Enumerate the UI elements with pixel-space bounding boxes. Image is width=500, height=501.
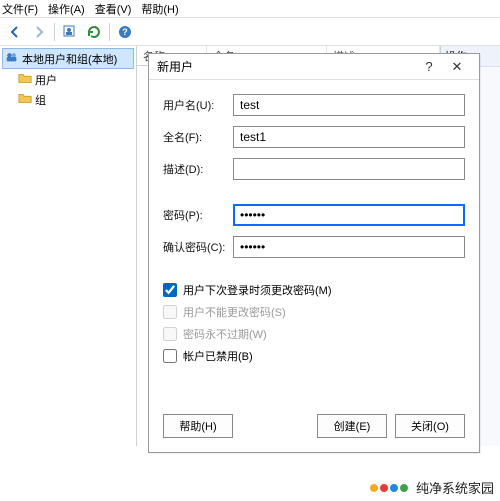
menu-help[interactable]: 帮助(H) xyxy=(141,1,178,17)
dialog-help-button[interactable]: ? xyxy=(415,56,443,78)
cannot-change-password-checkbox xyxy=(163,305,177,319)
checkbox-row-cannot-change: 用户不能更改密码(S) xyxy=(163,304,465,320)
checkbox-row-never-expire: 密码永不过期(W) xyxy=(163,326,465,342)
menu-view[interactable]: 查看(V) xyxy=(95,1,132,17)
cannot-change-password-label: 用户不能更改密码(S) xyxy=(183,304,286,320)
svg-text:?: ? xyxy=(122,27,128,37)
close-icon[interactable]: ✕ xyxy=(443,56,471,78)
folder-icon xyxy=(18,71,32,88)
dialog-button-row: 帮助(H) 创建(E) 关闭(O) xyxy=(149,404,479,452)
username-input[interactable] xyxy=(233,94,465,116)
checkbox-row-account-disabled[interactable]: 帐户已禁用(B) xyxy=(163,348,465,364)
help-icon[interactable]: ? xyxy=(114,21,136,43)
toolbar-separator xyxy=(109,23,110,41)
account-disabled-checkbox[interactable] xyxy=(163,349,177,363)
password-input[interactable] xyxy=(233,204,465,226)
menu-file[interactable]: 文件(F) xyxy=(2,1,38,17)
never-expire-label: 密码永不过期(W) xyxy=(183,326,267,342)
tree-item-groups[interactable]: 组 xyxy=(16,90,134,109)
fullname-input[interactable] xyxy=(233,126,465,148)
help-button[interactable]: 帮助(H) xyxy=(163,414,233,438)
dot-icon xyxy=(400,484,408,492)
create-button[interactable]: 创建(E) xyxy=(317,414,387,438)
add-user-icon[interactable] xyxy=(59,21,81,43)
must-change-password-label: 用户下次登录时须更改密码(M) xyxy=(183,282,332,298)
description-label: 描述(D): xyxy=(163,161,233,177)
dot-icon xyxy=(380,484,388,492)
tree-item-label: 组 xyxy=(35,92,46,108)
users-groups-icon xyxy=(5,50,19,67)
tree-pane: 本地用户和组(本地) 用户 组 xyxy=(0,46,137,446)
dialog-title: 新用户 xyxy=(157,58,415,75)
menu-action[interactable]: 操作(A) xyxy=(48,1,85,17)
dialog-titlebar: 新用户 ? ✕ xyxy=(149,54,479,80)
forward-icon[interactable] xyxy=(28,21,50,43)
confirm-password-input[interactable] xyxy=(233,236,465,258)
never-expire-checkbox xyxy=(163,327,177,341)
fullname-label: 全名(F): xyxy=(163,129,233,145)
watermark-dots xyxy=(370,484,408,492)
username-label: 用户名(U): xyxy=(163,97,233,113)
confirm-password-label: 确认密码(C): xyxy=(163,239,233,255)
password-label: 密码(P): xyxy=(163,207,233,223)
dot-icon xyxy=(370,484,378,492)
toolbar-separator xyxy=(54,23,55,41)
watermark: 纯净系统家园 xyxy=(370,478,494,497)
new-user-dialog: 新用户 ? ✕ 用户名(U): 全名(F): 描述(D): 密码(P): 确认密… xyxy=(148,53,480,453)
close-button[interactable]: 关闭(O) xyxy=(395,414,465,438)
tree-root-local-users-groups[interactable]: 本地用户和组(本地) xyxy=(2,48,134,69)
description-input[interactable] xyxy=(233,158,465,180)
tree-item-label: 用户 xyxy=(35,72,57,88)
checkbox-row-must-change[interactable]: 用户下次登录时须更改密码(M) xyxy=(163,282,465,298)
dialog-body: 用户名(U): 全名(F): 描述(D): 密码(P): 确认密码(C): 用户… xyxy=(149,80,479,404)
dot-icon xyxy=(390,484,398,492)
folder-icon xyxy=(18,91,32,108)
account-disabled-label: 帐户已禁用(B) xyxy=(183,348,253,364)
tree-item-users[interactable]: 用户 xyxy=(16,70,134,89)
back-icon[interactable] xyxy=(4,21,26,43)
watermark-text: 纯净系统家园 xyxy=(416,478,494,497)
toolbar: ? xyxy=(0,18,500,46)
menu-bar: 文件(F) 操作(A) 查看(V) 帮助(H) xyxy=(0,0,500,18)
tree-root-label: 本地用户和组(本地) xyxy=(22,51,117,67)
must-change-password-checkbox[interactable] xyxy=(163,283,177,297)
refresh-icon[interactable] xyxy=(83,21,105,43)
